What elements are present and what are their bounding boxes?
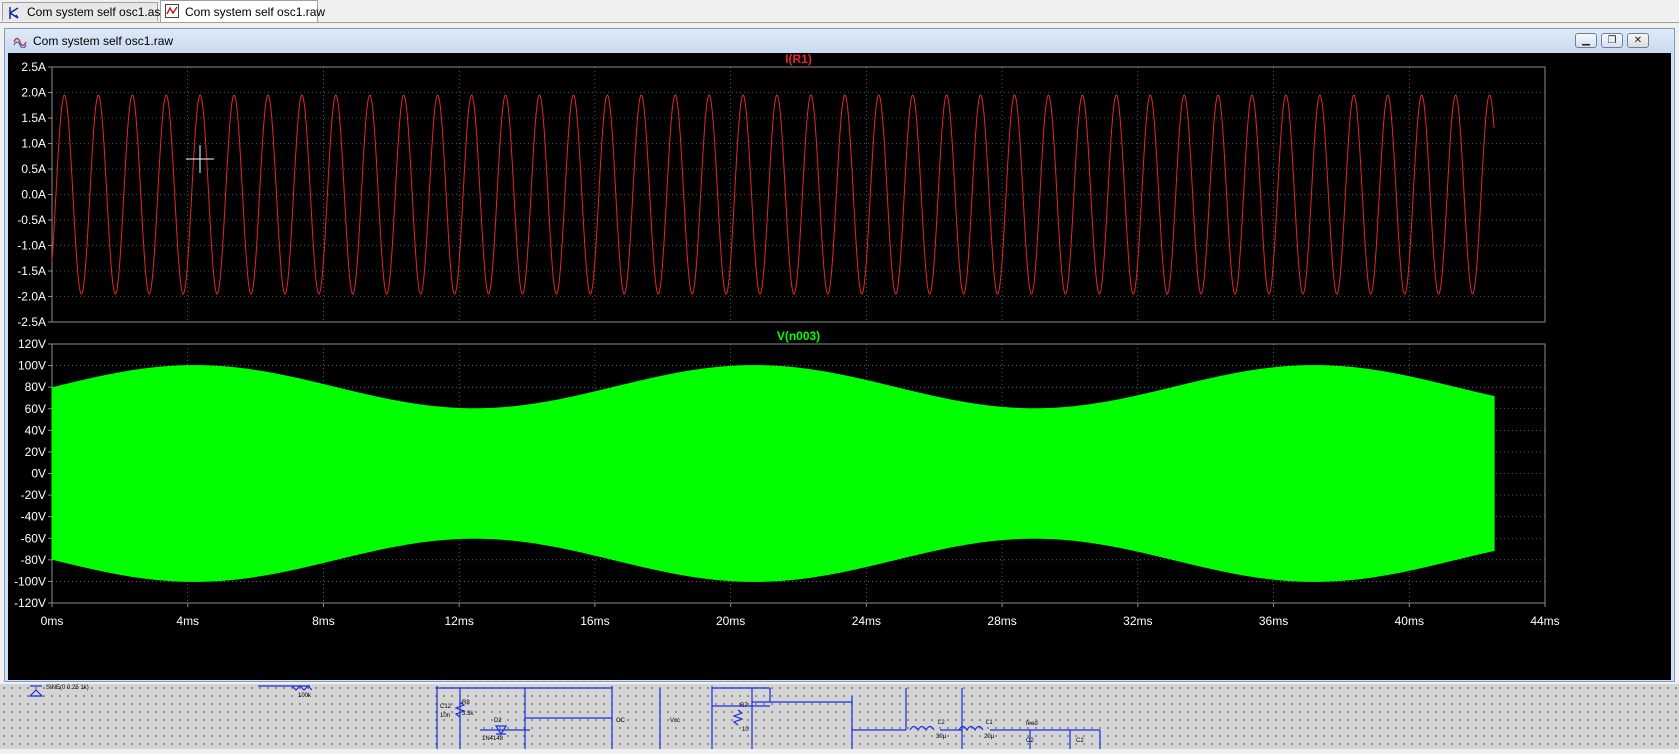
- y-tick-label: 2.5A: [21, 60, 46, 74]
- schematic-label: 1N4148: [482, 736, 504, 742]
- y-tick-label: 20V: [25, 445, 46, 459]
- schematic-label: 10n: [440, 713, 450, 719]
- y-tick-label: 1.0A: [21, 137, 46, 151]
- x-tick-label: 40ms: [1395, 614, 1424, 628]
- y-tick-label: 40V: [25, 423, 46, 437]
- x-tick-label: 20ms: [716, 614, 745, 628]
- schematic-label: D2: [494, 718, 502, 724]
- y-tick-label: 1.5A: [21, 111, 46, 125]
- schematic-label: C12: [440, 704, 452, 710]
- schematic-label: L2: [938, 720, 945, 726]
- restore-icon: ❐: [1607, 35, 1617, 46]
- y-tick-label: -80V: [21, 553, 46, 567]
- schematic-label: 10: [742, 727, 749, 733]
- y-tick-label: 0V: [31, 467, 46, 481]
- y-tick-label: -40V: [21, 510, 46, 524]
- schematic-view[interactable]: SINE(0 0.25 1k) 100k C12 10n R8 3.3k D2 1N4148 O…: [0, 684, 1679, 749]
- schematic-label: C2: [1076, 738, 1084, 744]
- waveform-plot-area[interactable]: 2.5A 2.0A 1.5A 1.0A 0.5A 0.0A -0.5A -1.0A -1.5A -…: [8, 52, 1671, 680]
- y-tick-label: 60V: [25, 402, 46, 416]
- y-tick-label: 80V: [25, 380, 46, 394]
- schematic-label: 3.3k: [462, 711, 474, 717]
- y-tick-label: -1.0A: [17, 239, 46, 253]
- trace-title: V(n003): [777, 329, 820, 343]
- y-tick-label: 0.0A: [21, 188, 46, 202]
- schematic-label: Vcc: [670, 718, 680, 724]
- schematic-label: 100k: [298, 693, 312, 699]
- schematic-label: 30µ: [936, 734, 947, 740]
- schematic-label: L1: [986, 720, 993, 726]
- tab-schematic[interactable]: Com system self osc1.asc: [2, 2, 166, 21]
- trace-v-n003: [51, 365, 1495, 582]
- chart-pane-2: 120V 100V 80V 60V 40V 20V 0V -20V -40V -60V -80V -1…: [14, 329, 1560, 628]
- tab-label: Com system self osc1.asc: [27, 5, 167, 19]
- x-tick-label: 16ms: [580, 614, 609, 628]
- plot-frame: [51, 66, 1546, 323]
- trace-title: I(R1): [785, 53, 812, 66]
- chart-pane-1: 2.5A 2.0A 1.5A 1.0A 0.5A 0.0A -0.5A -1.0A -1.5A -…: [17, 52, 1546, 329]
- x-tick-label: 12ms: [445, 614, 474, 628]
- y-tick-label: 120V: [18, 337, 46, 351]
- x-tick-label: 8ms: [312, 614, 335, 628]
- inductor-symbol: [909, 725, 935, 732]
- document-tab-strip: Com system self osc1.asc Com system self…: [0, 0, 1679, 23]
- schematic-drawing: SINE(0 0.25 1k) 100k C12 10n R8 3.3k D2 1N4148 O…: [28, 685, 1101, 749]
- x-tick-label: 24ms: [852, 614, 881, 628]
- crosshair-cursor-icon: [186, 145, 214, 173]
- y-tick-label: -2.0A: [17, 290, 46, 304]
- schematic-label: 20µ: [984, 734, 995, 740]
- schematic-label: R7: [740, 703, 748, 709]
- x-tick-label: 44ms: [1530, 614, 1559, 628]
- close-button[interactable]: ✕: [1627, 33, 1649, 48]
- tab-waveform[interactable]: Com system self osc1.raw: [160, 0, 325, 22]
- window-title: Com system self osc1.raw: [33, 34, 174, 48]
- x-tick-label: 0ms: [41, 614, 64, 628]
- x-tick-label: 28ms: [987, 614, 1016, 628]
- y-tick-label: -0.5A: [17, 213, 46, 227]
- ground-symbol: [28, 689, 44, 697]
- y-tick-label: -120V: [14, 596, 46, 610]
- waveform-icon: [165, 4, 179, 18]
- y-tick-label: -1.5A: [17, 264, 46, 278]
- minimize-button[interactable]: ▁: [1575, 33, 1597, 48]
- y-tick-label: 0.5A: [21, 162, 46, 176]
- schematic-label: SINE(0 0.25 1k): [46, 685, 89, 691]
- waveform-icon: [13, 37, 27, 48]
- y-tick-label: -2.5A: [17, 315, 46, 329]
- x-tick-label: 32ms: [1123, 614, 1152, 628]
- schematic-label: R8: [462, 700, 470, 706]
- restore-button[interactable]: ❐: [1601, 33, 1623, 48]
- waveform-plots[interactable]: 2.5A 2.0A 1.5A 1.0A 0.5A 0.0A -0.5A -1.0A -1.5A -…: [8, 52, 1671, 680]
- window-titlebar[interactable]: Com system self osc1.raw ▁ ❐ ✕: [5, 29, 1674, 53]
- schematic-label: feed: [1026, 721, 1038, 727]
- y-tick-label: 100V: [18, 359, 46, 373]
- schematic-icon: [9, 7, 19, 19]
- close-icon: ✕: [1633, 35, 1643, 46]
- x-tick-label: 4ms: [176, 614, 199, 628]
- y-tick-label: 2.0A: [21, 86, 46, 100]
- tab-label: Com system self osc1.raw: [185, 5, 326, 19]
- schematic-label: OC: [616, 718, 626, 724]
- y-tick-label: -20V: [21, 488, 46, 502]
- minimize-icon: ▁: [1582, 35, 1590, 46]
- schematic-label: C2: [1026, 738, 1034, 744]
- resistor-symbol: [732, 709, 744, 726]
- waveform-window: Com system self osc1.raw ▁ ❐ ✕ 2.5A 2.0A 1…: [4, 28, 1675, 682]
- y-tick-label: -60V: [21, 531, 46, 545]
- x-tick-label: 36ms: [1259, 614, 1288, 628]
- y-tick-label: -100V: [14, 574, 46, 588]
